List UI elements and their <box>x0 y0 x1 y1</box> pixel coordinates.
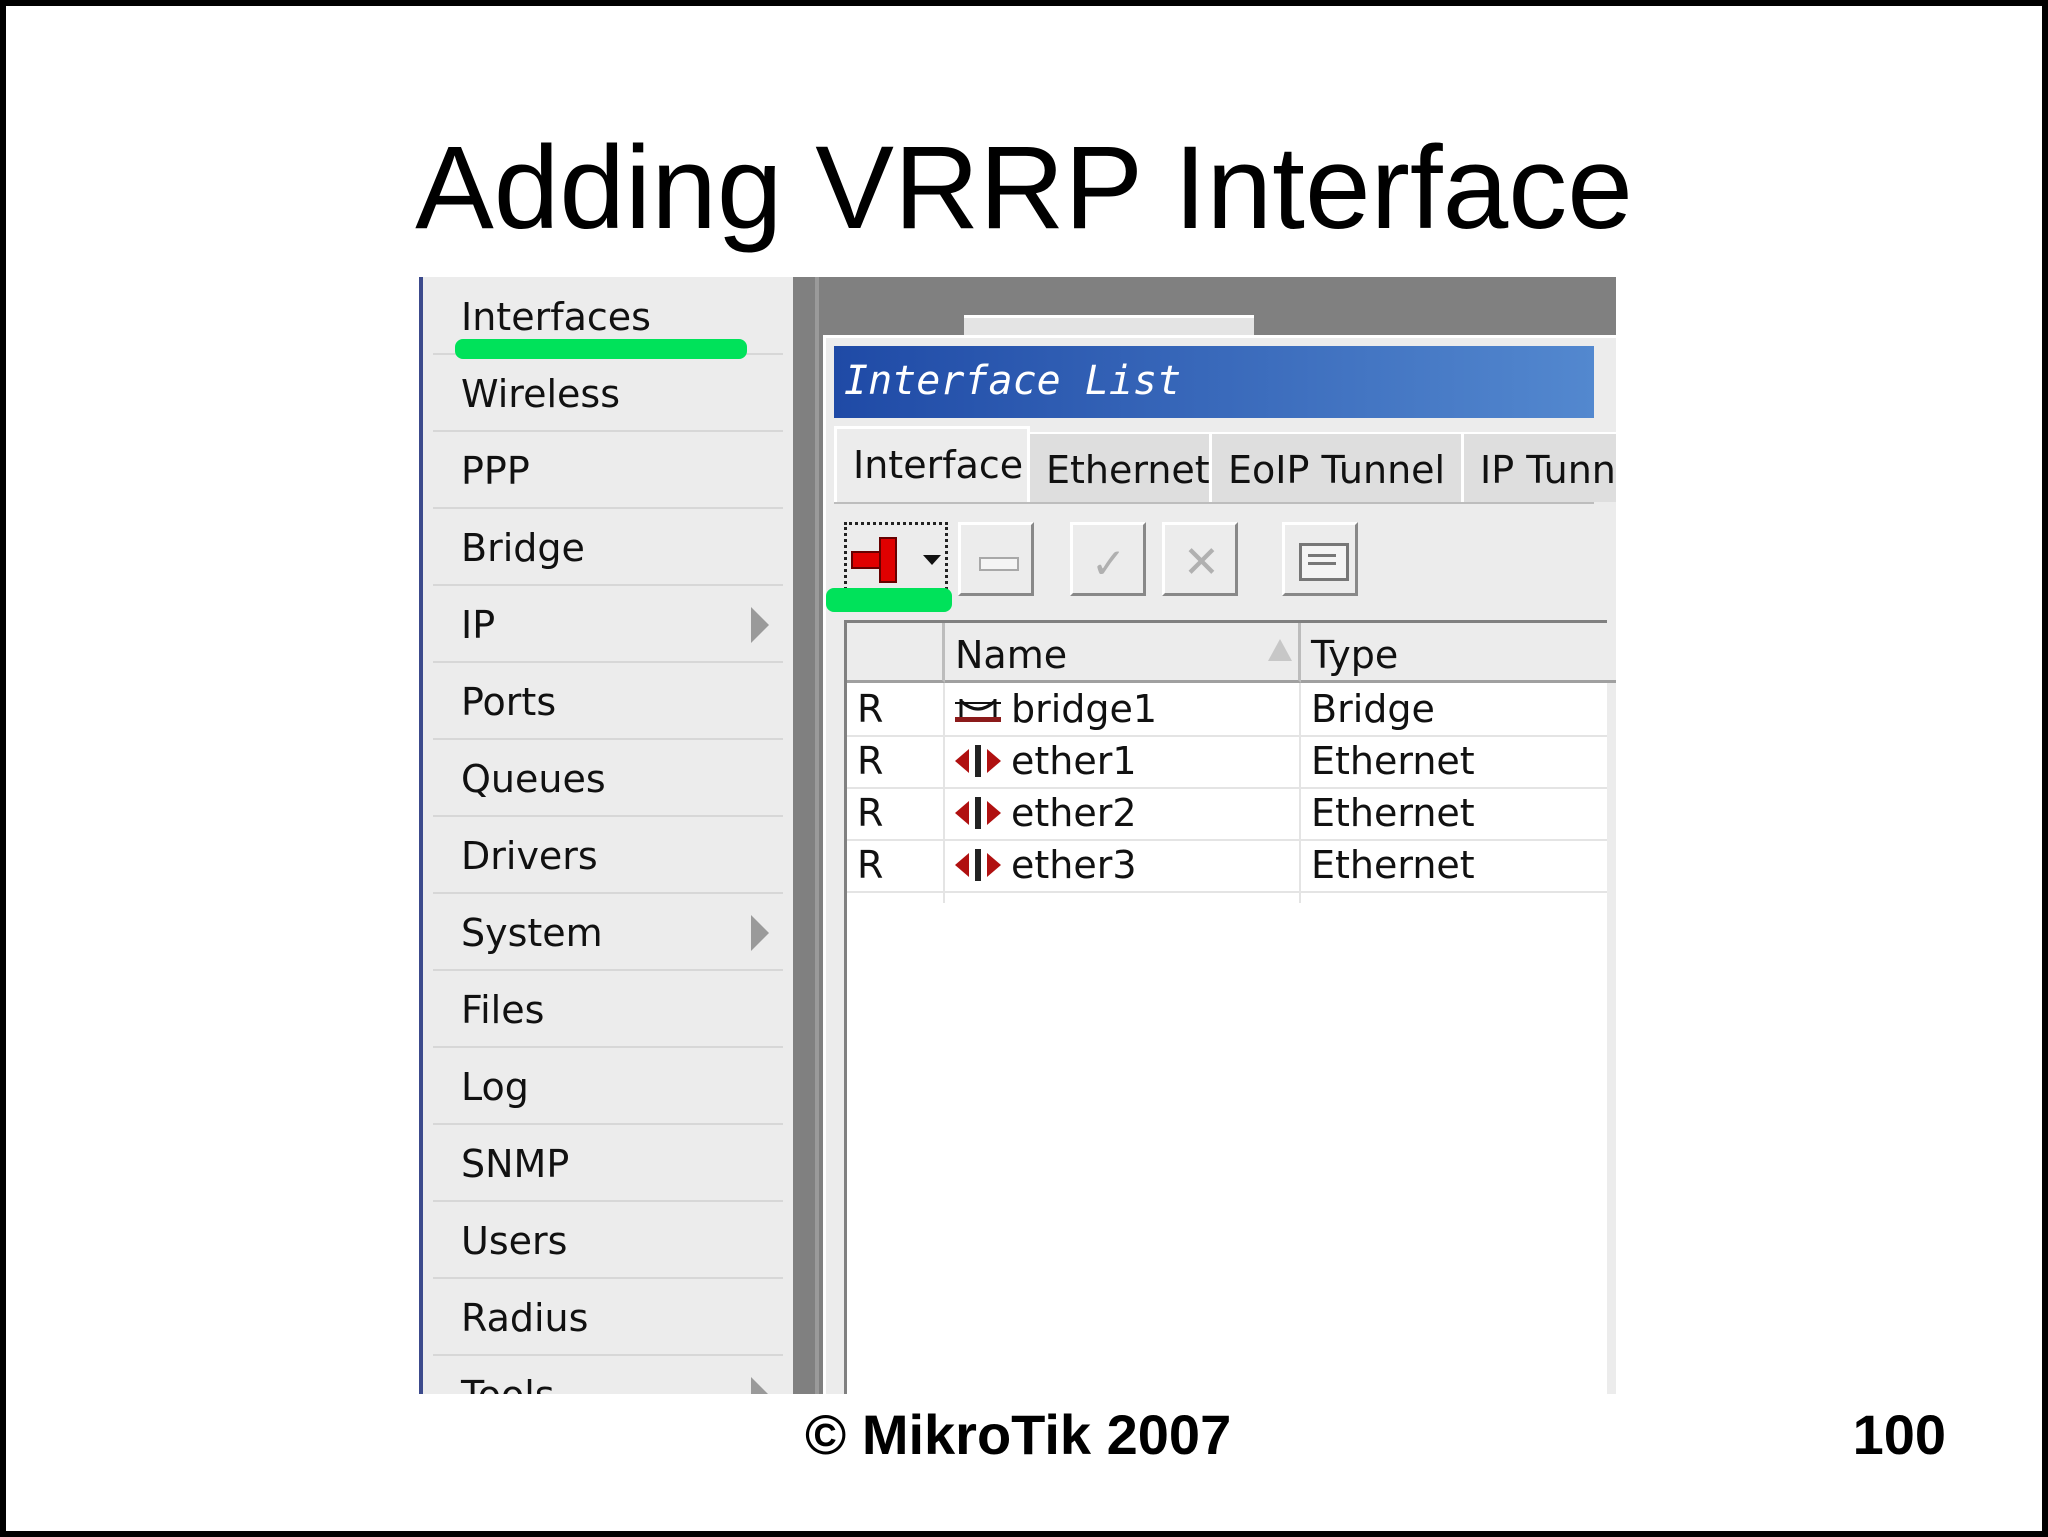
table-row[interactable]: R ether3 Ethernet <box>847 839 1607 893</box>
submenu-arrow-icon <box>751 915 769 951</box>
row-type: Ethernet <box>1311 843 1475 887</box>
comment-button[interactable] <box>1282 522 1358 596</box>
row-type: Bridge <box>1311 687 1435 731</box>
row-type: Ethernet <box>1311 791 1475 835</box>
menu-item-ports[interactable]: Ports <box>433 662 783 740</box>
menu-item-radius[interactable]: Radius <box>433 1278 783 1356</box>
menu-item-label: Radius <box>461 1296 589 1340</box>
comment-icon <box>1299 543 1349 581</box>
menu-item-label: Users <box>461 1219 568 1263</box>
row-name: ether1 <box>1011 739 1137 783</box>
row-flag: R <box>857 791 884 835</box>
page-number: 100 <box>1852 1403 1946 1466</box>
menu-item-label: IP <box>461 603 496 647</box>
main-menu: Interfaces Wireless PPP Bridge IP Ports … <box>419 277 793 1394</box>
tab-divider <box>834 502 1594 504</box>
menu-item-label: Log <box>461 1065 529 1109</box>
enable-button[interactable]: ✓ <box>1070 522 1146 596</box>
highlight-underline <box>826 588 952 612</box>
menu-item-queues[interactable]: Queues <box>433 739 783 817</box>
tab-interface[interactable]: Interface <box>834 426 1030 504</box>
column-header-name[interactable]: Name <box>945 623 1301 683</box>
chevron-down-icon <box>923 555 941 565</box>
tab-eoip-tunnel[interactable]: EoIP Tunnel <box>1212 432 1464 502</box>
menu-item-files[interactable]: Files <box>433 970 783 1048</box>
menu-item-label: System <box>461 911 603 955</box>
row-name: ether3 <box>1011 843 1137 887</box>
menu-item-label: Tools <box>461 1373 555 1394</box>
slide-title: Adding VRRP Interface <box>415 122 1633 254</box>
tab-label: Ethernet <box>1046 448 1210 492</box>
column-header-label: Type <box>1311 633 1399 677</box>
row-flag: R <box>857 687 884 731</box>
menu-item-label: SNMP <box>461 1142 570 1186</box>
column-header-flags[interactable] <box>847 623 945 683</box>
menu-item-label: Drivers <box>461 834 598 878</box>
ethernet-icon <box>955 745 1001 777</box>
tab-ethernet[interactable]: Ethernet <box>1030 432 1212 502</box>
ethernet-icon <box>955 797 1001 829</box>
menu-item-interfaces[interactable]: Interfaces <box>433 277 783 359</box>
menu-item-log[interactable]: Log <box>433 1047 783 1125</box>
remove-icon <box>979 557 1019 571</box>
bridge-icon <box>955 699 1001 722</box>
tab-label: Interface <box>853 443 1024 487</box>
tab-label: EoIP Tunnel <box>1228 448 1446 492</box>
interface-list-window: Interface List Interface Ethernet EoIP T… <box>823 335 1616 1394</box>
add-button[interactable] <box>844 522 948 596</box>
table-row[interactable]: R ether1 Ethernet <box>847 735 1607 789</box>
table-row[interactable]: R ether2 Ethernet <box>847 787 1607 841</box>
ethernet-icon <box>955 849 1001 881</box>
window-titlebar[interactable]: Interface List <box>834 346 1594 418</box>
menu-item-ppp[interactable]: PPP <box>433 431 783 509</box>
menu-item-label: PPP <box>461 449 530 493</box>
menu-item-drivers[interactable]: Drivers <box>433 816 783 894</box>
winbox-screenshot: Interfaces Wireless PPP Bridge IP Ports … <box>419 277 1616 1394</box>
menu-item-label: Interfaces <box>461 295 651 339</box>
row-flag: R <box>857 843 884 887</box>
divider <box>815 277 819 1394</box>
menu-item-label: Wireless <box>461 372 620 416</box>
sort-asc-icon <box>1268 639 1292 661</box>
menu-item-ip[interactable]: IP <box>433 585 783 663</box>
tab-ip-tunnel[interactable]: IP Tunnel <box>1464 432 1616 502</box>
submenu-arrow-icon <box>751 1377 769 1394</box>
menu-item-label: Files <box>461 988 545 1032</box>
footer-copyright: © MikroTik 2007 <box>805 1403 1232 1466</box>
window-title: Interface List <box>844 358 1182 404</box>
row-type: Ethernet <box>1311 739 1475 783</box>
menu-item-label: Bridge <box>461 526 585 570</box>
table-row[interactable]: R bridge1 Bridge <box>847 683 1607 737</box>
menu-item-system[interactable]: System <box>433 893 783 971</box>
menu-item-label: Ports <box>461 680 557 724</box>
column-header-label: Name <box>955 633 1068 677</box>
menu-item-bridge[interactable]: Bridge <box>433 508 783 586</box>
column-header-type[interactable]: Type <box>1301 623 1616 683</box>
x-icon: ✕ <box>1183 537 1220 588</box>
tab-label: IP Tunnel <box>1480 448 1616 492</box>
menu-item-wireless[interactable]: Wireless <box>433 354 783 432</box>
submenu-arrow-icon <box>751 607 769 643</box>
row-name: bridge1 <box>1011 687 1158 731</box>
interface-table: Name Type R bridge1 Bridge R ether1 Ethe… <box>844 620 1616 1394</box>
menu-item-snmp[interactable]: SNMP <box>433 1124 783 1202</box>
menu-item-tools[interactable]: Tools <box>433 1355 783 1394</box>
disable-button[interactable]: ✕ <box>1162 522 1238 596</box>
check-icon: ✓ <box>1091 539 1127 588</box>
remove-button[interactable] <box>958 522 1034 596</box>
row-flag: R <box>857 739 884 783</box>
menu-item-users[interactable]: Users <box>433 1201 783 1279</box>
add-icon-vertical <box>879 537 897 583</box>
row-name: ether2 <box>1011 791 1137 835</box>
menu-item-label: Queues <box>461 757 606 801</box>
